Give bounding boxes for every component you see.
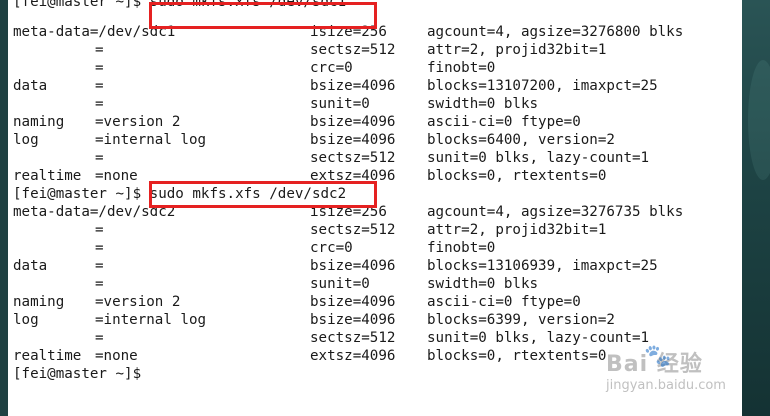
line-col-2: = — [95, 330, 104, 346]
terminal-line: data = bsize=4096 blocks=13106939, imaxp… — [13, 257, 658, 275]
line-col-1: log — [13, 312, 39, 328]
terminal-window[interactable]: [fei@master ~]$ sudo mkfs.xfs /dev/sdc1 … — [8, 0, 742, 416]
line-col-4: finobt=0 — [427, 240, 496, 256]
terminal-line: = sectsz=512 sunit=0 blks, lazy-count=1 — [13, 149, 649, 167]
line-col-1: data — [13, 258, 48, 274]
line-col-3: sectsz=512 — [310, 42, 396, 58]
command-highlight-1 — [149, 2, 377, 29]
terminal-line: log =internal log bsize=4096 blocks=6400… — [13, 131, 615, 149]
line-col-1: [fei@master ~]$ — [13, 366, 142, 382]
terminal-line: [fei@master ~]$ sudo mkfs.xfs /dev/sdc1 — [13, 0, 346, 11]
line-col-3: bsize=4096 — [310, 294, 396, 310]
line-col-2: = — [95, 96, 104, 112]
line-col-4: ascii-ci=0 ftype=0 — [427, 114, 581, 130]
terminal-line: = sunit=0 swidth=0 blks — [13, 275, 538, 293]
terminal-line: realtime =none extsz=4096 blocks=0, rtex… — [13, 167, 606, 185]
line-col-3: bsize=4096 — [310, 258, 396, 274]
line-col-2: =version 2 — [95, 294, 181, 310]
line-col-1: realtime — [13, 168, 82, 184]
line-col-2: =none — [95, 348, 138, 364]
line-col-2: = — [95, 222, 104, 238]
paw-icon: 🐾 — [644, 344, 672, 369]
line-col-4: blocks=0, rtextents=0 — [427, 168, 607, 184]
line-col-4: swidth=0 blks — [427, 96, 539, 112]
terminal-line: = crc=0 finobt=0 — [13, 59, 495, 77]
terminal-line: [fei@master ~]$ sudo mkfs.xfs /dev/sdc2 — [13, 185, 346, 203]
line-col-4: attr=2, projid32bit=1 — [427, 42, 607, 58]
line-col-4: swidth=0 blks — [427, 276, 539, 292]
line-col-2: =none — [95, 168, 138, 184]
terminal-line: log =internal log bsize=4096 blocks=6399… — [13, 311, 615, 329]
watermark: Bai 经验 🐾 jingyan.baidu.com — [606, 344, 742, 404]
line-col-3: crc=0 — [310, 60, 353, 76]
line-col-2: =internal log — [95, 132, 207, 148]
line-col-4: blocks=0, rtextents=0 — [427, 348, 607, 364]
line-col-4: agcount=4, agsize=3276735 blks — [427, 204, 684, 220]
line-col-2: =version 2 — [95, 114, 181, 130]
desktop-background-left — [0, 0, 8, 416]
line-col-3: crc=0 — [310, 240, 353, 256]
terminal-line: = sectsz=512 attr=2, projid32bit=1 — [13, 41, 606, 59]
line-col-3: bsize=4096 — [310, 132, 396, 148]
line-col-3: sunit=0 — [310, 96, 370, 112]
terminal-line: = sectsz=512 attr=2, projid32bit=1 — [13, 221, 606, 239]
terminal-line: meta-data=/dev/sdc1 isize=256 agcount=4,… — [13, 23, 683, 41]
line-col-4: agcount=4, agsize=3276800 blks — [427, 24, 684, 40]
line-col-4: finobt=0 — [427, 60, 496, 76]
command-highlight-2 — [149, 181, 377, 208]
line-col-2: = — [95, 60, 104, 76]
terminal-line: [fei@master ~]$ — [13, 365, 141, 383]
line-col-3: bsize=4096 — [310, 312, 396, 328]
terminal-line: meta-data=/dev/sdc2 isize=256 agcount=4,… — [13, 203, 683, 221]
line-col-2: = — [95, 276, 104, 292]
terminal-line: = sectsz=512 sunit=0 blks, lazy-count=1 — [13, 329, 649, 347]
terminal-line: realtime =none extsz=4096 blocks=0, rtex… — [13, 347, 606, 365]
line-col-3: sunit=0 — [310, 276, 370, 292]
terminal-line: naming =version 2 bsize=4096 ascii-ci=0 … — [13, 293, 581, 311]
line-col-1: realtime — [13, 348, 82, 364]
line-col-2: = — [95, 150, 104, 166]
terminal-line: naming =version 2 bsize=4096 ascii-ci=0 … — [13, 113, 581, 131]
line-col-4: blocks=13107200, imaxpct=25 — [427, 78, 658, 94]
terminal-line: = crc=0 finobt=0 — [13, 239, 495, 257]
desktop-background-right — [742, 0, 770, 416]
line-col-3: bsize=4096 — [310, 78, 396, 94]
line-col-4: sunit=0 blks, lazy-count=1 — [427, 150, 650, 166]
line-col-4: blocks=6400, version=2 — [427, 132, 615, 148]
line-col-2: = — [95, 42, 104, 58]
watermark-url: jingyan.baidu.com — [606, 378, 726, 393]
line-col-1: log — [13, 132, 39, 148]
line-col-3: extsz=4096 — [310, 348, 396, 364]
terminal-line: data = bsize=4096 blocks=13107200, imaxp… — [13, 77, 658, 95]
line-col-2: = — [95, 240, 104, 256]
line-col-4: blocks=13106939, imaxpct=25 — [427, 258, 658, 274]
line-col-4: blocks=6399, version=2 — [427, 312, 615, 328]
line-col-3: sectsz=512 — [310, 222, 396, 238]
line-col-1: naming — [13, 114, 65, 130]
line-col-3: sectsz=512 — [310, 330, 396, 346]
terminal-line: = sunit=0 swidth=0 blks — [13, 95, 538, 113]
line-col-2: =internal log — [95, 312, 207, 328]
line-col-1: data — [13, 78, 48, 94]
line-col-3: sectsz=512 — [310, 150, 396, 166]
line-col-3: bsize=4096 — [310, 114, 396, 130]
line-col-4: attr=2, projid32bit=1 — [427, 222, 607, 238]
line-col-4: ascii-ci=0 ftype=0 — [427, 294, 581, 310]
line-col-2: = — [95, 258, 104, 274]
line-col-1: naming — [13, 294, 65, 310]
line-col-2: = — [95, 78, 104, 94]
